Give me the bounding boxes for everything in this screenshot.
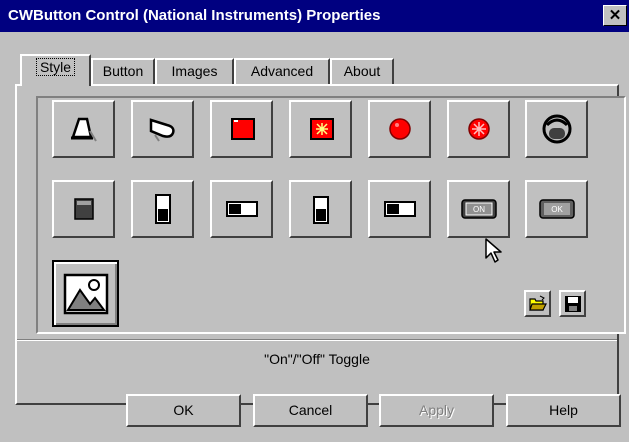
style-square-led-button[interactable]	[210, 100, 273, 158]
style-round-led-button[interactable]	[368, 100, 431, 158]
ok-label: OK	[551, 205, 563, 214]
help-button[interactable]: Help	[506, 394, 621, 427]
style-vertical-toggle-button[interactable]	[131, 180, 194, 238]
mouse-cursor-icon	[485, 238, 502, 263]
ok-button-icon: OK	[538, 199, 575, 219]
vertical-toggle-icon	[154, 194, 171, 224]
tab-style[interactable]: Style	[20, 54, 91, 86]
horn-style-icon	[149, 118, 175, 142]
style-custom-image-button[interactable]	[52, 260, 119, 327]
properties-dialog: CWButton Control (National Instruments) …	[0, 0, 629, 442]
apply-button[interactable]: Apply	[379, 394, 494, 427]
on-off-toggle-icon: ON	[460, 199, 497, 219]
square-push-button-icon	[73, 198, 94, 220]
open-image-button[interactable]	[524, 290, 551, 317]
red-round-led-icon	[388, 118, 411, 140]
red-flash-round-led-icon	[467, 118, 490, 140]
style-flash-square-led-button[interactable]	[289, 100, 352, 158]
horizontal-toggle-icon	[225, 201, 258, 217]
style-vertical-slide-button[interactable]	[289, 180, 352, 238]
style-square-push-button[interactable]	[52, 180, 115, 238]
red-square-led-icon	[230, 118, 255, 140]
style-description: "On"/"Off" Toggle	[264, 351, 370, 367]
style-bell-button[interactable]	[52, 100, 115, 158]
style-on-off-toggle-button[interactable]: ON	[447, 180, 510, 238]
style-flash-round-led-button[interactable]	[447, 100, 510, 158]
window-title: CWButton Control (National Instruments) …	[8, 7, 381, 24]
style-horizontal-toggle-button[interactable]	[210, 180, 273, 238]
save-image-button[interactable]	[559, 290, 586, 317]
floppy-disk-icon	[564, 295, 581, 312]
horizontal-slide-icon	[383, 201, 416, 217]
tab-advanced[interactable]: Advanced	[234, 58, 330, 84]
red-flash-square-led-icon	[309, 118, 334, 140]
ok-button[interactable]: OK	[126, 394, 241, 427]
tab-images[interactable]: Images	[155, 58, 234, 84]
style-horn-button[interactable]	[131, 100, 194, 158]
on-label: ON	[473, 205, 485, 214]
style-round-push-button[interactable]	[525, 100, 588, 158]
title-bar[interactable]: CWButton Control (National Instruments) …	[0, 0, 629, 32]
close-icon: ✕	[608, 7, 622, 24]
tab-button[interactable]: Button	[91, 58, 155, 84]
folder-open-icon	[528, 295, 547, 311]
round-push-button-icon	[542, 114, 571, 144]
vertical-slide-icon	[312, 196, 329, 224]
close-button[interactable]: ✕	[603, 5, 627, 26]
cancel-button[interactable]: Cancel	[253, 394, 368, 427]
style-horizontal-slide-button[interactable]	[368, 180, 431, 238]
custom-image-icon	[63, 273, 108, 314]
tab-about[interactable]: About	[330, 58, 394, 84]
bell-style-icon	[70, 117, 97, 142]
style-ok-button[interactable]: OK	[525, 180, 588, 238]
separator	[17, 339, 617, 341]
